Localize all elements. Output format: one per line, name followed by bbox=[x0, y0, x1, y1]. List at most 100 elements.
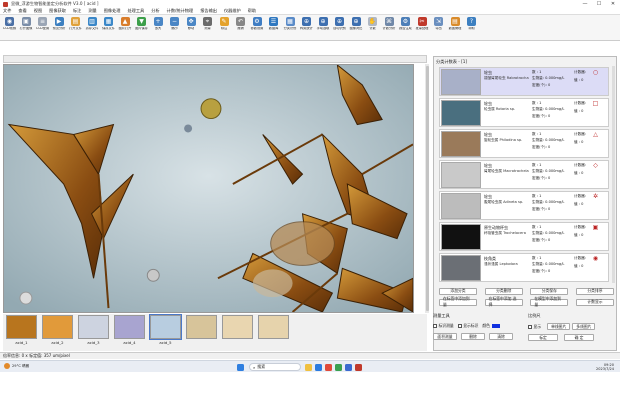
plankton-row[interactable]: 轮虫 轮虫属 Rotaria sp. 数 : 1 生物量: 0.000mg/L 密度(个… bbox=[439, 98, 609, 127]
plankton-row[interactable]: 原生动物杯虫 杯吸管虫属 Trochelocera 数 : 1 生物量: 0.000m… bbox=[439, 222, 609, 251]
weather-widget[interactable]: 29°C 晴朗 bbox=[4, 363, 29, 369]
toolbar-button[interactable]: ✎ 标注 bbox=[217, 17, 232, 31]
menu-item[interactable]: 查看 bbox=[18, 8, 26, 14]
thumbnail[interactable]: acid_5 bbox=[149, 314, 182, 345]
toolbar-button[interactable]: ▼ 图片保存 bbox=[134, 17, 149, 31]
marker-icon[interactable]: ✲ bbox=[592, 193, 599, 200]
plankton-row[interactable]: 轮虫 褶皱臂尾轮虫 Rabrotrocha 数 : 1 生物量: 0.000mg/L 密… bbox=[439, 67, 609, 96]
multi-line-button[interactable]: 多线图片 bbox=[572, 323, 596, 330]
taskbar-search[interactable]: ⌕ 搜索 bbox=[249, 363, 301, 371]
marker-icon[interactable]: ◇ bbox=[592, 162, 599, 169]
toolbar-button[interactable]: ◉ CCD视频 bbox=[2, 17, 17, 31]
menu-item[interactable]: 图像获取 bbox=[49, 8, 66, 14]
toolbar-button[interactable]: ✥ 移动 bbox=[184, 17, 199, 31]
measure-button[interactable]: 删除 bbox=[461, 333, 485, 340]
color-picker[interactable]: 颜色 bbox=[482, 323, 500, 329]
measure-button[interactable]: 面积测量 bbox=[433, 333, 457, 340]
toolbar-button[interactable]: ? 帮助 bbox=[464, 17, 479, 31]
toolbar-button[interactable]: ⊕ 手动选取 bbox=[316, 17, 331, 31]
ok-button[interactable]: 确 定 bbox=[564, 334, 594, 341]
taskbar-clock[interactable]: 09:20 2023/7/24 bbox=[596, 363, 614, 371]
toolbar-button[interactable]: + 放大 bbox=[151, 17, 166, 31]
marker-icon[interactable]: ◉ bbox=[592, 255, 599, 262]
start-icon[interactable] bbox=[237, 363, 244, 371]
plankton-row[interactable]: 轮虫 臂尾轮虫属 Macrotrachela 数 : 1 生物量: 0.000mg/L… bbox=[439, 160, 609, 189]
toolbar-button[interactable]: ▥ 另存文件 bbox=[85, 17, 100, 31]
toolbar-button[interactable]: ⌖ 测量 bbox=[200, 17, 215, 31]
toolbar-button[interactable]: ⇲ 导出 bbox=[431, 17, 446, 31]
toolbar-button[interactable]: ▤ 数据管理 bbox=[448, 17, 463, 31]
edge-icon[interactable] bbox=[315, 363, 322, 371]
marker-icon[interactable]: □ bbox=[592, 100, 599, 107]
toolbar-button[interactable]: − 缩小 bbox=[167, 17, 182, 31]
menu-item[interactable]: 分析 bbox=[151, 8, 159, 14]
active-app-icon[interactable] bbox=[355, 363, 362, 371]
toolbar-button[interactable]: ⊕ 图像对比 bbox=[349, 17, 364, 31]
toolbar-button[interactable]: ↶ 撤销 bbox=[233, 17, 248, 31]
app-icon-blue[interactable] bbox=[345, 363, 352, 371]
menu-item[interactable]: 图像处理 bbox=[104, 8, 121, 14]
toolbar-button[interactable]: ▲ 图片打开 bbox=[118, 17, 133, 31]
show-mark-checkbox[interactable]: 显示标识 bbox=[457, 323, 478, 329]
thumbnail[interactable]: acid_3 bbox=[78, 315, 109, 345]
panel-button[interactable]: 分类排序 bbox=[575, 287, 614, 295]
thumbnail[interactable] bbox=[186, 315, 217, 340]
marker-icon[interactable]: ○ bbox=[592, 69, 599, 76]
toolbar-button[interactable]: ⚙ 报告生成 bbox=[398, 17, 413, 31]
calibrate-button[interactable]: 标定 bbox=[528, 334, 558, 341]
menu-item[interactable]: 报告输出 bbox=[200, 8, 217, 14]
color-swatch[interactable] bbox=[491, 324, 500, 328]
image-tab-strip[interactable] bbox=[3, 55, 427, 63]
plankton-row[interactable]: 轮虫 腹尾轮虫属 Adineta sp. 数 : 1 生物量: 0.000mg/L 密度… bbox=[439, 191, 609, 220]
thumbnail[interactable] bbox=[258, 315, 289, 340]
app-icon-green[interactable] bbox=[335, 363, 342, 371]
panel-button[interactable]: 在标签中添加 选择 bbox=[484, 296, 523, 307]
toolbar-button[interactable]: ✋ 计数 bbox=[365, 17, 380, 31]
microscope-image-view[interactable] bbox=[3, 64, 414, 313]
marker-icon[interactable]: ▣ bbox=[592, 224, 599, 231]
toolbar-button[interactable]: ▤ 打开文件 bbox=[68, 17, 83, 31]
toolbar-button[interactable]: ☰ 数据库 bbox=[266, 17, 281, 31]
toolbar-button[interactable]: ▦ 分类识别 bbox=[283, 17, 298, 31]
image-vertical-scrollbar[interactable] bbox=[425, 64, 429, 313]
thumbnail[interactable]: acid_4 bbox=[114, 315, 145, 345]
mark-measure-checkbox[interactable]: 标识测量 bbox=[433, 323, 454, 329]
panel-button[interactable]: 在模型中添加到量 bbox=[530, 296, 569, 307]
menu-item[interactable]: 计数/统计物理 bbox=[167, 8, 194, 14]
menu-item[interactable]: 处理工具 bbox=[127, 8, 144, 14]
close-button[interactable]: ✕ bbox=[606, 0, 620, 8]
toolbar-button[interactable]: ▶ 预览分析 bbox=[52, 17, 67, 31]
panel-button[interactable]: 添加分类 bbox=[439, 287, 477, 295]
toolbar-button[interactable]: ⚙ 参数设置 bbox=[250, 17, 265, 31]
panel-button[interactable]: 计数显示 bbox=[575, 298, 614, 306]
toolbar-button[interactable]: ⌘ 计数分析 bbox=[382, 17, 397, 31]
panel-button[interactable]: 分类删除 bbox=[484, 287, 523, 295]
toolbar-button[interactable]: ≡ CCD配置 bbox=[35, 17, 50, 31]
plankton-row[interactable]: 枝角类 溞状溞属 Leptodora 数 : 1 生物量: 0.000mg/L 密度(个… bbox=[439, 253, 609, 282]
marker-icon[interactable]: △ bbox=[592, 131, 599, 138]
single-line-button[interactable]: 单线图片 bbox=[547, 323, 571, 330]
menu-item[interactable]: 文件 bbox=[3, 8, 11, 14]
thumbnail[interactable]: acid_2 bbox=[42, 315, 73, 345]
toolbar-button[interactable]: ▣ 打开图像 bbox=[19, 17, 34, 31]
thumbnail[interactable]: acid_1 bbox=[6, 315, 37, 345]
thumbnail[interactable] bbox=[222, 315, 253, 340]
minimize-button[interactable]: — bbox=[578, 0, 592, 8]
menu-item[interactable]: 测量 bbox=[88, 8, 96, 14]
file-explorer-icon[interactable] bbox=[305, 363, 312, 371]
panel-button[interactable]: 分类保存 bbox=[530, 287, 569, 295]
measure-button[interactable]: 清除 bbox=[489, 333, 513, 340]
plankton-row[interactable]: 轮虫 旋轮虫属 Philodina sp. 数 : 1 生物量: 0.000mg/L 密… bbox=[439, 129, 609, 158]
scrollbar-thumb[interactable] bbox=[425, 66, 429, 311]
menu-item[interactable]: 视图 bbox=[34, 8, 42, 14]
menu-item[interactable]: 标注 bbox=[73, 8, 81, 14]
toolbar-button[interactable]: ✂ 批量处理 bbox=[415, 17, 430, 31]
panel-button[interactable]: 在标签中添加到量 bbox=[439, 296, 477, 307]
plankton-list-scrollbar[interactable] bbox=[612, 66, 615, 283]
app-icon-red[interactable] bbox=[325, 363, 332, 371]
maximize-button[interactable]: ☐ bbox=[592, 0, 606, 8]
menu-item[interactable]: 仪器维护 bbox=[224, 8, 241, 14]
toolbar-button[interactable]: ⊕ 自动识别 bbox=[332, 17, 347, 31]
toolbar-button[interactable]: ▦ 保存文件 bbox=[101, 17, 116, 31]
menu-item[interactable]: 帮助 bbox=[248, 8, 256, 14]
